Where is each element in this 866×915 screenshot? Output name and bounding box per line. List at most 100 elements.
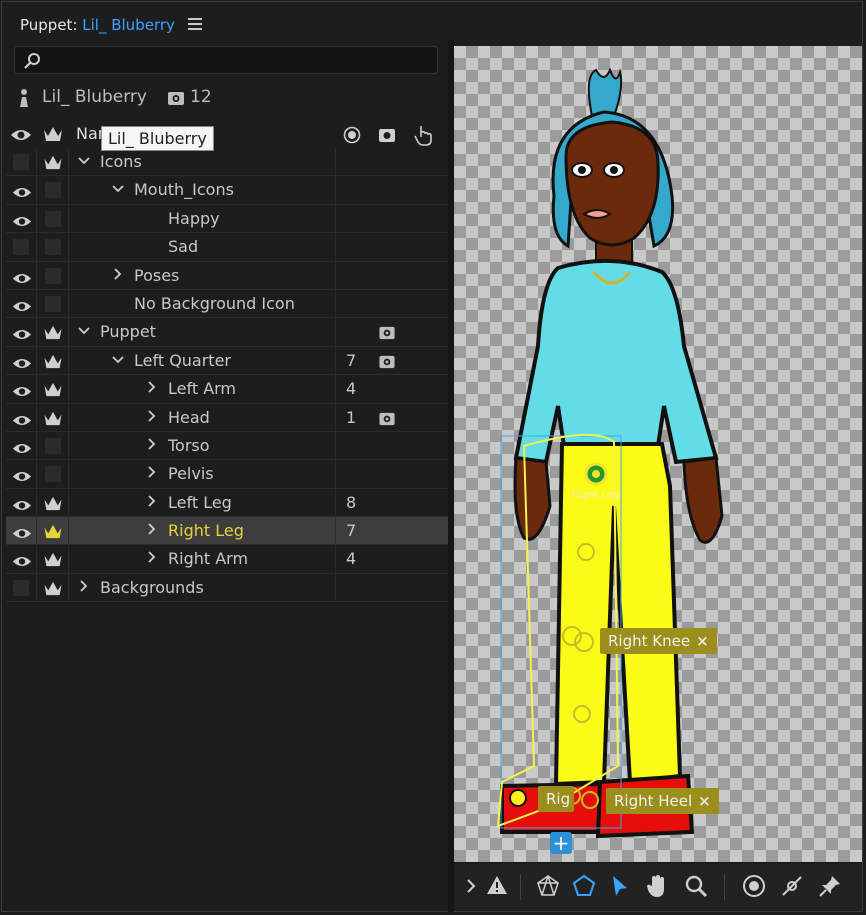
tree-row[interactable]: Right Leg 7 [6, 517, 448, 546]
tree-row[interactable]: Right Arm 4 [6, 545, 448, 574]
record-icon[interactable] [343, 126, 361, 144]
shape-select-icon[interactable] [572, 874, 596, 898]
crown-off-box[interactable] [45, 210, 61, 227]
tree-row[interactable]: Left Arm 4 [6, 375, 448, 404]
crown-off-box[interactable] [45, 295, 61, 312]
tree-row[interactable]: No Background Icon [6, 289, 448, 319]
crown-icon[interactable] [43, 353, 63, 374]
eye-icon[interactable] [10, 128, 32, 142]
zoom-icon[interactable] [684, 874, 708, 898]
layer-name[interactable]: Right Arm [168, 549, 248, 568]
crown-cell[interactable] [37, 573, 69, 602]
visibility-cell[interactable] [6, 233, 37, 261]
tree-row[interactable]: Sad [6, 233, 448, 262]
chevron-down-icon[interactable] [78, 153, 90, 169]
warning-icon[interactable] [486, 874, 508, 896]
layer-name[interactable]: Pelvis [168, 464, 214, 483]
chevron-right-icon[interactable] [466, 878, 476, 894]
layer-name[interactable]: Left Leg [168, 493, 232, 512]
tree-row[interactable]: Puppet [6, 318, 448, 347]
visibility-cell[interactable] [6, 573, 37, 602]
pointer-icon[interactable] [610, 874, 630, 898]
hand-pointer-icon[interactable] [414, 124, 434, 146]
layer-name[interactable]: Icons [100, 152, 142, 171]
layer-name[interactable]: Torso [168, 436, 210, 455]
chevron-right-icon[interactable] [78, 579, 90, 595]
search-input[interactable] [14, 46, 438, 74]
right-knee-handle-label[interactable]: Right Knee × [600, 628, 717, 654]
crown-cell[interactable] [37, 261, 69, 289]
crown-cell[interactable] [37, 204, 69, 233]
crown-off-box[interactable] [45, 239, 61, 256]
visibility-cell[interactable] [6, 318, 37, 346]
chevron-right-icon[interactable] [146, 522, 158, 538]
chevron-right-icon[interactable] [146, 465, 158, 481]
chevron-right-icon[interactable] [112, 267, 124, 283]
chevron-down-icon[interactable] [78, 323, 90, 339]
eye-icon[interactable] [12, 497, 32, 516]
layer-name[interactable]: No Background Icon [134, 294, 295, 313]
crown-icon[interactable] [43, 495, 63, 516]
tree-row[interactable]: Happy [6, 204, 448, 234]
right-toe-handle-label[interactable]: Rig [538, 786, 575, 812]
eye-icon[interactable] [12, 298, 32, 317]
crown-icon[interactable] [43, 125, 63, 143]
tree-row[interactable]: Backgrounds [6, 573, 448, 603]
layer-name[interactable]: Head [168, 408, 210, 427]
right-heel-handle-label[interactable]: Right Heel × [606, 788, 719, 814]
eye-icon[interactable] [12, 270, 32, 289]
chevron-right-icon[interactable] [146, 550, 158, 566]
layer-name[interactable]: Poses [134, 266, 179, 285]
tree-row[interactable]: Pelvis [6, 460, 448, 489]
crown-cell[interactable] [37, 148, 69, 176]
eye-icon[interactable] [12, 553, 32, 572]
close-icon[interactable]: × [696, 632, 709, 650]
layer-name[interactable]: Puppet [100, 322, 156, 341]
eye-icon[interactable] [12, 355, 32, 374]
visibility-off-box[interactable] [13, 239, 29, 256]
eye-icon[interactable] [12, 184, 32, 203]
crown-cell[interactable] [37, 176, 69, 204]
visibility-cell[interactable] [6, 460, 37, 488]
visibility-cell[interactable] [6, 346, 37, 375]
crown-icon[interactable] [43, 381, 63, 402]
pin-icon[interactable] [818, 874, 842, 898]
layer-name[interactable]: Left Quarter [134, 351, 231, 370]
stick-icon[interactable] [780, 874, 804, 898]
tree-row[interactable]: Left Leg 8 [6, 488, 448, 518]
close-icon[interactable]: × [698, 792, 711, 810]
layer-name[interactable]: Right Leg [168, 521, 244, 540]
tree-row[interactable]: Head 1 [6, 403, 448, 432]
crown-icon[interactable] [43, 154, 63, 175]
crown-icon[interactable] [43, 551, 63, 572]
crown-cell[interactable] [37, 289, 69, 318]
chevron-down-icon[interactable] [112, 181, 124, 197]
visibility-cell[interactable] [6, 289, 37, 318]
scene-canvas[interactable]: Right Leg Right Knee × Rig Right Heel × + [454, 46, 862, 862]
crown-off-box[interactable] [45, 267, 61, 284]
layer-name[interactable]: Left Arm [168, 379, 236, 398]
crown-cell[interactable] [37, 517, 69, 545]
crown-off-box[interactable] [45, 437, 61, 454]
visibility-cell[interactable] [6, 403, 37, 431]
crown-cell[interactable] [37, 545, 69, 573]
eye-icon[interactable] [12, 213, 32, 232]
layer-name[interactable]: Mouth_Icons [134, 180, 234, 199]
hamburger-menu-icon[interactable] [188, 18, 202, 30]
layer-name[interactable]: Backgrounds [100, 578, 204, 597]
layer-name[interactable]: Sad [168, 237, 198, 256]
add-handle-button[interactable]: + [550, 832, 572, 854]
chevron-right-icon[interactable] [146, 437, 158, 453]
crown-cell[interactable] [37, 431, 69, 460]
visibility-cell[interactable] [6, 517, 37, 545]
visibility-cell[interactable] [6, 261, 37, 289]
mesh-icon[interactable] [536, 874, 560, 898]
chevron-down-icon[interactable] [112, 352, 124, 368]
crown-cell[interactable] [37, 488, 69, 517]
eye-icon[interactable] [12, 440, 32, 459]
hand-icon[interactable] [646, 874, 668, 898]
crown-icon[interactable] [43, 410, 63, 431]
visibility-off-box[interactable] [13, 154, 29, 170]
visibility-cell[interactable] [6, 148, 37, 176]
crown-cell[interactable] [37, 375, 69, 403]
